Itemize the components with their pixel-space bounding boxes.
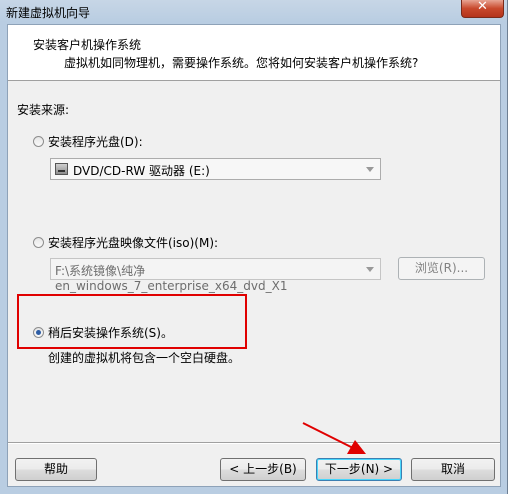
drive-select-value: DVD/CD-RW 驱动器 (E:) — [73, 164, 210, 178]
close-icon: ✕ — [477, 0, 488, 14]
drive-select[interactable]: DVD/CD-RW 驱动器 (E:) — [50, 158, 381, 180]
wizard-window: 新建虚拟机向导 ✕ 安装客户机操作系统 虚拟机如同物理机，需要操作系统。您将如何… — [0, 0, 508, 494]
window-title: 新建虚拟机向导 — [6, 6, 91, 20]
title-bar[interactable]: 新建虚拟机向导 ✕ — [0, 0, 508, 24]
cancel-button[interactable]: 取消 — [411, 458, 495, 481]
iso-path-select[interactable]: F:\系统镜像\纯净en_windows_7_enterprise_x64_dv… — [50, 258, 381, 293]
annotation-highlight-box — [17, 294, 247, 349]
radio-install-iso[interactable] — [33, 237, 44, 248]
browse-button[interactable]: 浏览(R)... — [398, 257, 485, 280]
help-button[interactable]: 帮助 — [15, 458, 97, 481]
next-button[interactable]: 下一步(N) > — [316, 458, 402, 481]
close-button[interactable]: ✕ — [461, 0, 504, 18]
chevron-down-icon — [366, 267, 374, 272]
chevron-down-icon — [366, 167, 374, 172]
back-button[interactable]: < 上一步(B) — [220, 458, 306, 481]
iso-path-value: F:\系统镜像\纯净en_windows_7_enterprise_x64_dv… — [55, 264, 288, 293]
radio-install-disc[interactable] — [33, 136, 44, 147]
install-iso-label[interactable]: 安装程序光盘映像文件(iso)(M): — [48, 234, 218, 251]
install-disc-label[interactable]: 安装程序光盘(D): — [48, 133, 143, 150]
install-source-label: 安装来源: — [17, 103, 70, 117]
page-title: 安装客户机操作系统 — [33, 38, 142, 52]
cd-drive-icon — [55, 163, 68, 175]
wizard-client-area: 安装客户机操作系统 虚拟机如同物理机，需要操作系统。您将如何安装客户机操作系统?… — [7, 24, 501, 487]
footer-divider — [8, 442, 500, 444]
install-later-description: 创建的虚拟机将包含一个空白硬盘。 — [48, 351, 241, 365]
wizard-header: 安装客户机操作系统 虚拟机如同物理机，需要操作系统。您将如何安装客户机操作系统? — [8, 25, 500, 81]
page-subtitle: 虚拟机如同物理机，需要操作系统。您将如何安装客户机操作系统? — [64, 56, 419, 70]
